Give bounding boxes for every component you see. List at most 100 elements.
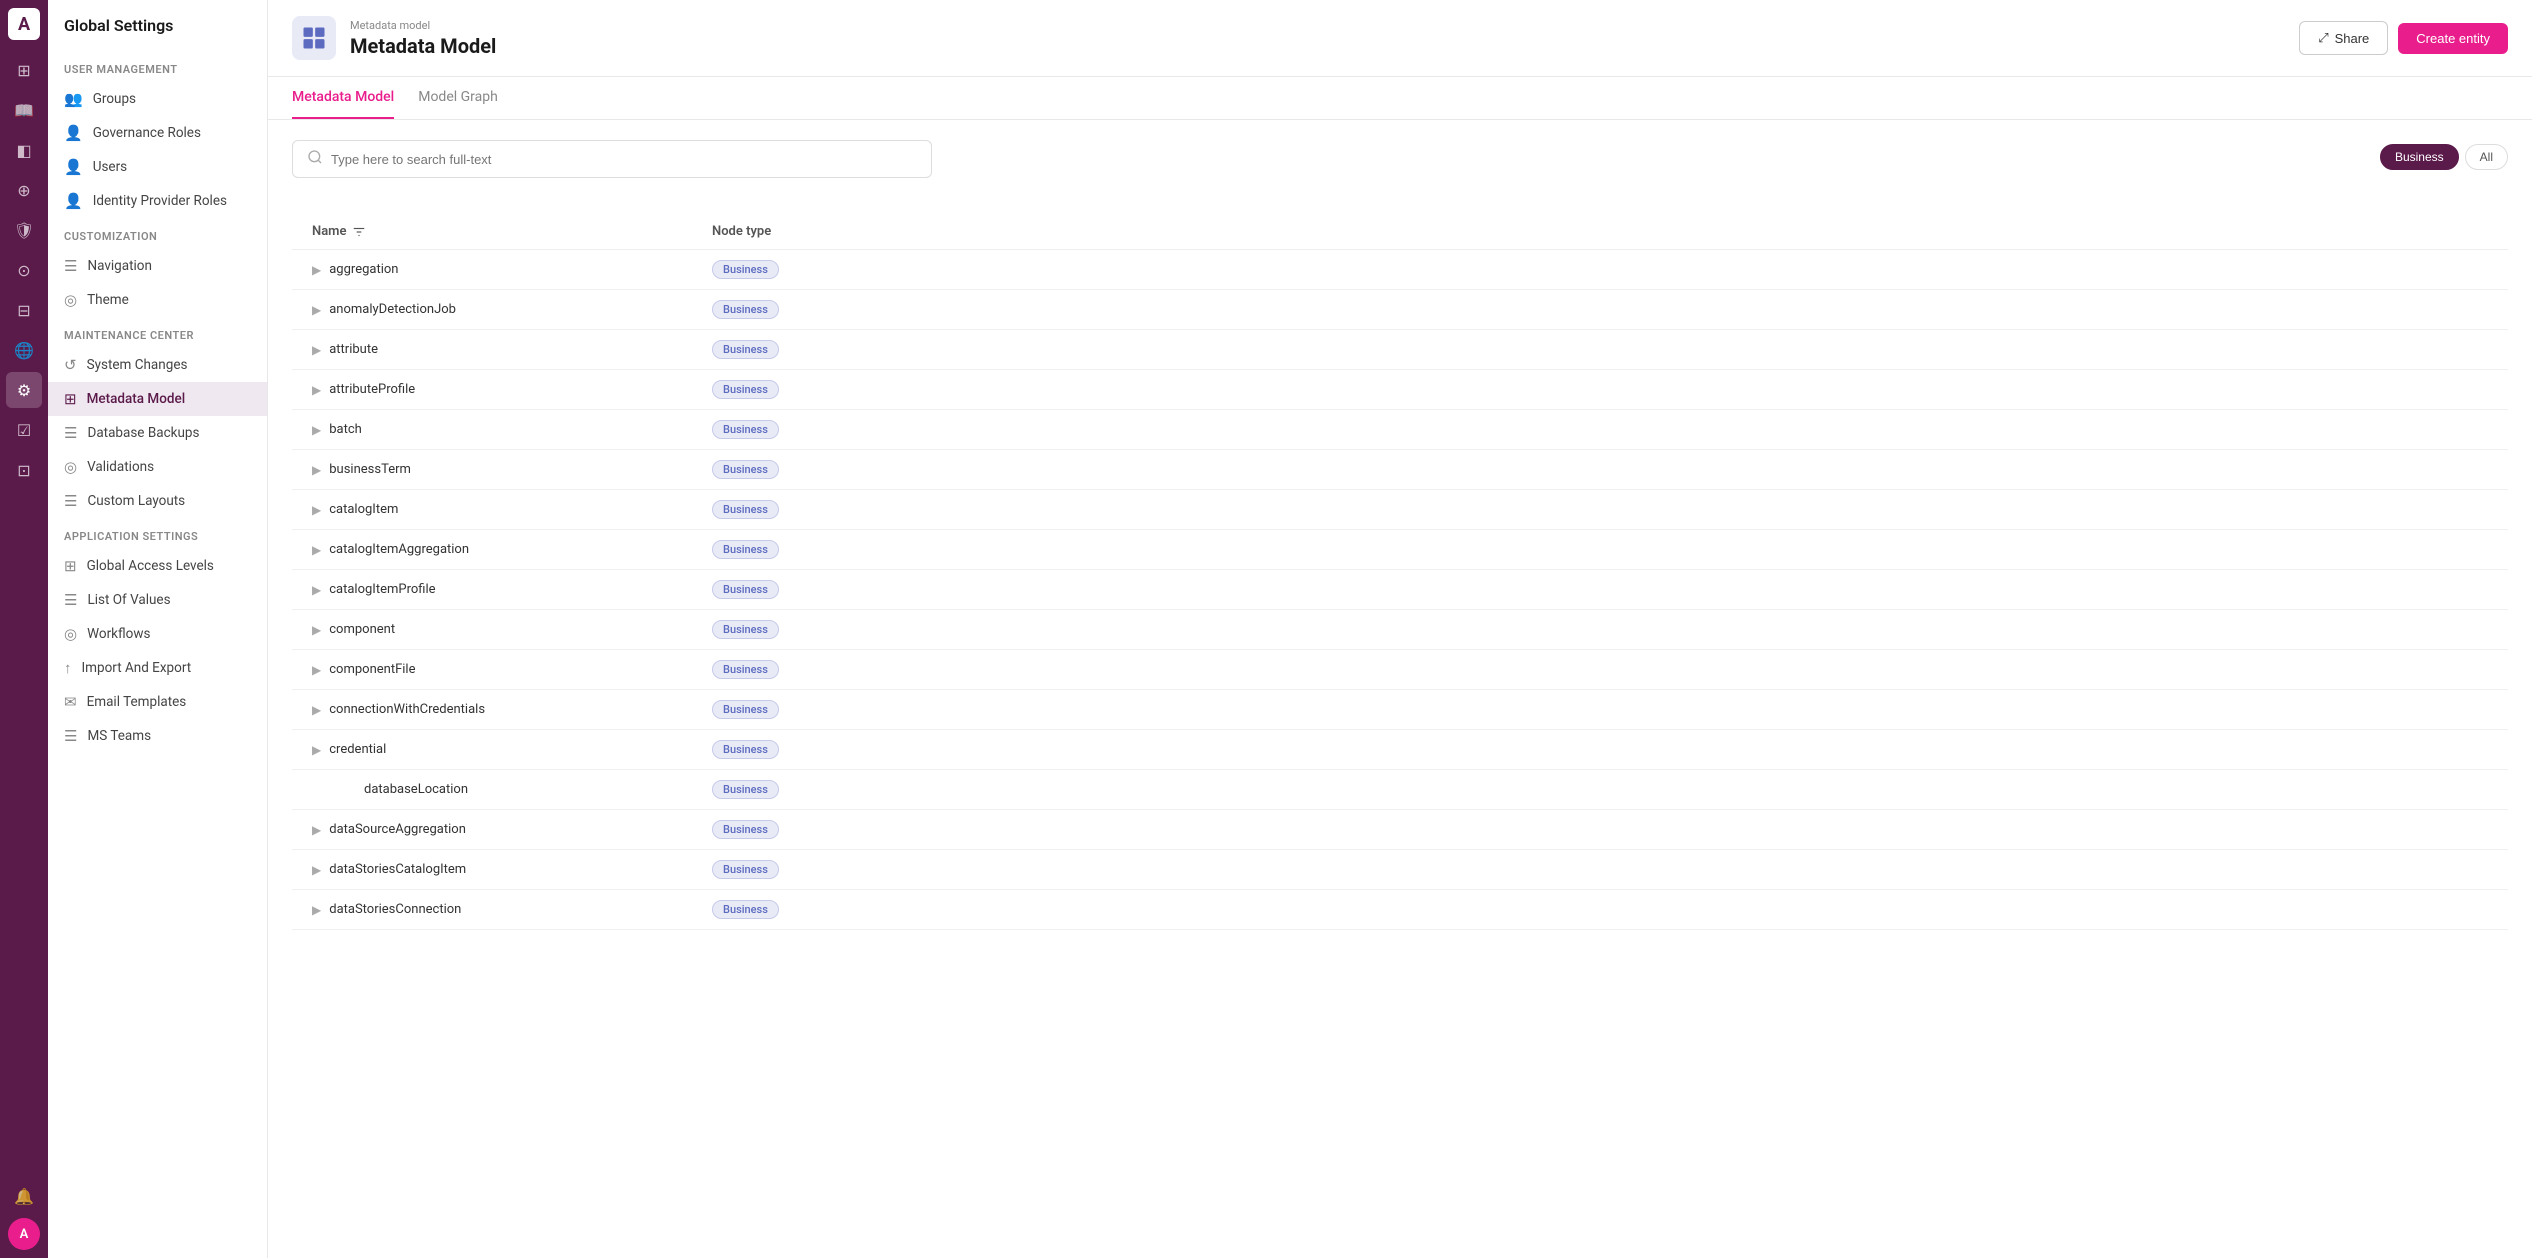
filter-business-button[interactable]: Business <box>2380 144 2459 170</box>
expand-icon[interactable]: ▶ <box>312 383 321 397</box>
expand-icon[interactable]: ▶ <box>312 503 321 517</box>
home-icon[interactable]: ⊞ <box>6 52 42 88</box>
entity-name: dataStoriesConnection <box>329 902 461 917</box>
table-icon[interactable]: ⊟ <box>6 292 42 328</box>
box-icon[interactable]: ⊡ <box>6 452 42 488</box>
app-logo[interactable]: A <box>8 8 40 40</box>
globe-icon[interactable]: 🌐 <box>6 332 42 368</box>
check-icon[interactable]: ☑ <box>6 412 42 448</box>
sidebar-item-list-of-values[interactable]: ☰ List Of Values <box>48 583 267 617</box>
table-row[interactable]: ▶ anomalyDetectionJob Business <box>292 290 2508 330</box>
shield-icon[interactable]: 🛡 <box>6 212 42 248</box>
sidebar-item-governance-roles[interactable]: 👤 Governance Roles <box>48 116 267 150</box>
row-name: ▶ batch <box>312 422 712 437</box>
expand-icon[interactable]: ▶ <box>312 863 321 877</box>
share-button[interactable]: ⤢ Share <box>2299 21 2388 55</box>
groups-label: Groups <box>93 91 136 107</box>
row-name: ▶ aggregation <box>312 262 712 277</box>
tab-model-graph[interactable]: Model Graph <box>418 77 498 119</box>
table-row[interactable]: ▶ dataSourceAggregation Business <box>292 810 2508 850</box>
expand-icon[interactable]: ▶ <box>312 703 321 717</box>
table-row[interactable]: ▶ batch Business <box>292 410 2508 450</box>
list-of-values-label: List Of Values <box>87 592 170 608</box>
workflows-label: Workflows <box>87 626 150 642</box>
table-row[interactable]: ▶ attribute Business <box>292 330 2508 370</box>
expand-icon[interactable]: ▶ <box>312 423 321 437</box>
sidebar-item-groups[interactable]: 👥 Groups <box>48 82 267 116</box>
table-row[interactable]: ▶ catalogItemProfile Business <box>292 570 2508 610</box>
sidebar-item-identity-provider-roles[interactable]: 👤 Identity Provider Roles <box>48 184 267 218</box>
sidebar-item-import-export[interactable]: ↑ Import And Export <box>48 651 267 685</box>
table-row[interactable]: ▶ dataStoriesConnection Business <box>292 890 2508 930</box>
create-entity-button[interactable]: Create entity <box>2398 23 2508 54</box>
bell-icon[interactable]: 🔔 <box>6 1178 42 1214</box>
settings-icon[interactable]: ⚙ <box>6 372 42 408</box>
table-row[interactable]: databaseLocation Business <box>292 770 2508 810</box>
header-subtitle: Metadata model <box>350 19 496 32</box>
table-row[interactable]: ▶ catalogItem Business <box>292 490 2508 530</box>
table-row[interactable]: ▶ catalogItemAggregation Business <box>292 530 2508 570</box>
table-row[interactable]: ▶ dataStoriesCatalogItem Business <box>292 850 2508 890</box>
expand-icon[interactable]: ▶ <box>312 463 321 477</box>
expand-icon[interactable]: ▶ <box>312 583 321 597</box>
icon-rail: A ⊞ 📖 ◧ ⊕ 🛡 ⊙ ⊟ 🌐 ⚙ ☑ ⊡ 🔔 A <box>0 0 48 1258</box>
sidebar-item-ms-teams[interactable]: ☰ MS Teams <box>48 719 267 753</box>
expand-icon[interactable]: ▶ <box>312 903 321 917</box>
expand-icon[interactable]: ▶ <box>312 663 321 677</box>
split-icon[interactable]: ⊕ <box>6 172 42 208</box>
table-row[interactable]: ▶ componentFile Business <box>292 650 2508 690</box>
avatar[interactable]: A <box>8 1218 40 1250</box>
expand-icon[interactable]: ▶ <box>312 823 321 837</box>
sidebar-item-validations[interactable]: ◎ Validations <box>48 450 267 484</box>
page-icon <box>292 16 336 60</box>
tabs-bar: Metadata Model Model Graph <box>268 77 2532 120</box>
row-nodetype: Business <box>712 340 2488 359</box>
ms-teams-label: MS Teams <box>87 728 151 744</box>
row-nodetype: Business <box>712 620 2488 639</box>
custom-layouts-label: Custom Layouts <box>87 493 185 509</box>
col-name-header: Name <box>312 224 712 239</box>
book-icon[interactable]: 📖 <box>6 92 42 128</box>
entity-table: Name Node type ▶ aggregation Business ▶ … <box>292 214 2508 930</box>
sidebar: Global Settings User Management 👥 Groups… <box>48 0 268 1258</box>
expand-icon[interactable]: ▶ <box>312 343 321 357</box>
entity-name: databaseLocation <box>364 782 468 797</box>
sidebar-item-workflows[interactable]: ◎ Workflows <box>48 617 267 651</box>
sidebar-item-navigation[interactable]: ☰ Navigation <box>48 249 267 283</box>
layers-icon[interactable]: ◧ <box>6 132 42 168</box>
sidebar-item-custom-layouts[interactable]: ☰ Custom Layouts <box>48 484 267 518</box>
filter-all-button[interactable]: All <box>2465 144 2508 170</box>
table-body: ▶ aggregation Business ▶ anomalyDetectio… <box>292 250 2508 930</box>
idp-icon: 👤 <box>64 192 83 210</box>
section-application-settings: Application Settings <box>48 518 267 549</box>
expand-icon[interactable]: ▶ <box>312 303 321 317</box>
search-input[interactable] <box>331 152 917 167</box>
expand-icon[interactable]: ▶ <box>312 743 321 757</box>
search-bar[interactable] <box>292 140 932 178</box>
tab-metadata-model[interactable]: Metadata Model <box>292 77 394 119</box>
sidebar-item-database-backups[interactable]: ☰ Database Backups <box>48 416 267 450</box>
expand-icon[interactable]: ▶ <box>312 263 321 277</box>
table-row[interactable]: ▶ credential Business <box>292 730 2508 770</box>
entity-name: catalogItem <box>329 502 398 517</box>
sidebar-item-email-templates[interactable]: ✉ Email Templates <box>48 685 267 719</box>
table-row[interactable]: ▶ businessTerm Business <box>292 450 2508 490</box>
sidebar-item-users[interactable]: 👤 Users <box>48 150 267 184</box>
row-name: ▶ anomalyDetectionJob <box>312 302 712 317</box>
nodetype-badge: Business <box>712 580 779 599</box>
table-row[interactable]: ▶ connectionWithCredentials Business <box>292 690 2508 730</box>
sidebar-item-system-changes[interactable]: ↺ System Changes <box>48 348 267 382</box>
entity-name: catalogItemAggregation <box>329 542 469 557</box>
table-row[interactable]: ▶ attributeProfile Business <box>292 370 2508 410</box>
groups-icon: 👥 <box>64 90 83 108</box>
entity-name: anomalyDetectionJob <box>329 302 456 317</box>
sidebar-item-global-access-levels[interactable]: ⊞ Global Access Levels <box>48 549 267 583</box>
sidebar-item-theme[interactable]: ◎ Theme <box>48 283 267 317</box>
table-row[interactable]: ▶ component Business <box>292 610 2508 650</box>
table-row[interactable]: ▶ aggregation Business <box>292 250 2508 290</box>
sidebar-item-metadata-model[interactable]: ⊞ Metadata Model <box>48 382 267 416</box>
search2-icon[interactable]: ⊙ <box>6 252 42 288</box>
expand-icon[interactable]: ▶ <box>312 543 321 557</box>
header-left: Metadata model Metadata Model <box>292 16 496 60</box>
expand-icon[interactable]: ▶ <box>312 623 321 637</box>
